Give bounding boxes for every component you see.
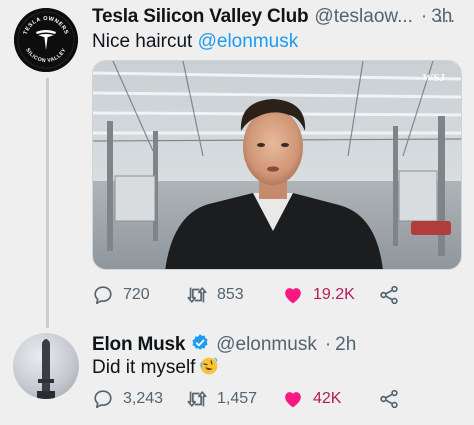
tweet2-handle[interactable]: @elonmusk — [216, 334, 317, 356]
tweet1-retweet-button[interactable]: 853 — [186, 283, 244, 307]
elon-musk-avatar[interactable] — [13, 333, 79, 399]
tweet1-reply-count: 720 — [123, 286, 150, 303]
tweet2-timestamp[interactable]: 2h — [335, 334, 356, 356]
tweet1-text: Nice haircut @elonmusk — [92, 31, 298, 53]
share-icon — [380, 389, 398, 409]
like-icon — [285, 392, 301, 408]
tweet1-text-prefix: Nice haircut — [92, 31, 198, 52]
reply-icon — [94, 390, 112, 409]
more-options-icon[interactable]: ... — [438, 6, 456, 27]
retweet-icon — [187, 391, 207, 407]
tweet2-share-button[interactable] — [378, 387, 400, 411]
tweet2-header: Elon Musk @elonmusk · 2h — [92, 330, 356, 356]
media-watermark: WSJ — [422, 72, 445, 84]
tweet2-retweet-button[interactable]: 1,457 — [186, 387, 257, 411]
tweet2-text: Did it myself — [92, 356, 219, 379]
tesla-club-avatar[interactable]: TESLA OWNERS SILICON VALLEY — [14, 8, 78, 72]
like-icon — [285, 288, 301, 304]
share-icon — [380, 285, 398, 305]
tweet2-like-count: 42K — [313, 390, 342, 407]
reply-icon — [94, 286, 112, 305]
starship-icon — [37, 339, 55, 399]
tweet1-action-bar: 720 853 19.2K — [92, 283, 422, 307]
tweet1-media-image[interactable]: WSJ — [92, 60, 462, 270]
tweet2-like-button[interactable]: 42K — [282, 387, 341, 411]
tweet2-action-bar: 3,243 1,457 42K — [92, 387, 422, 411]
tweet2-separator: · — [324, 334, 332, 355]
tweet1-reply-button[interactable]: 720 — [92, 283, 150, 307]
tweet2-reply-count: 3,243 — [123, 390, 164, 407]
verified-badge-icon — [192, 334, 208, 350]
tweet1-like-button[interactable]: 19.2K — [282, 283, 355, 307]
tweet1-share-button[interactable] — [378, 283, 400, 307]
tweet1-retweet-count: 853 — [217, 286, 244, 303]
retweet-icon — [187, 287, 207, 303]
tweet1-handle[interactable]: @teslaow... — [314, 6, 413, 28]
tesla-logo-icon: TESLA OWNERS SILICON VALLEY — [14, 8, 78, 72]
tweet2-reply-button[interactable]: 3,243 — [92, 387, 163, 411]
thread-connector-line — [46, 78, 49, 328]
tweet1-separator: · — [420, 6, 428, 27]
tweet1-mention-link[interactable]: @elonmusk — [198, 31, 299, 52]
tweet1-display-name[interactable]: Tesla Silicon Valley Club — [92, 6, 309, 28]
tweet2-display-name[interactable]: Elon Musk — [92, 334, 185, 356]
tweet2-retweet-count: 1,457 — [217, 390, 258, 407]
tweet1-like-count: 19.2K — [313, 286, 355, 303]
rofl-emoji-icon — [200, 357, 218, 375]
tweet2-text-body: Did it myself — [92, 357, 196, 378]
tweet1-header: Tesla Silicon Valley Club @teslaow... · … — [92, 6, 452, 28]
